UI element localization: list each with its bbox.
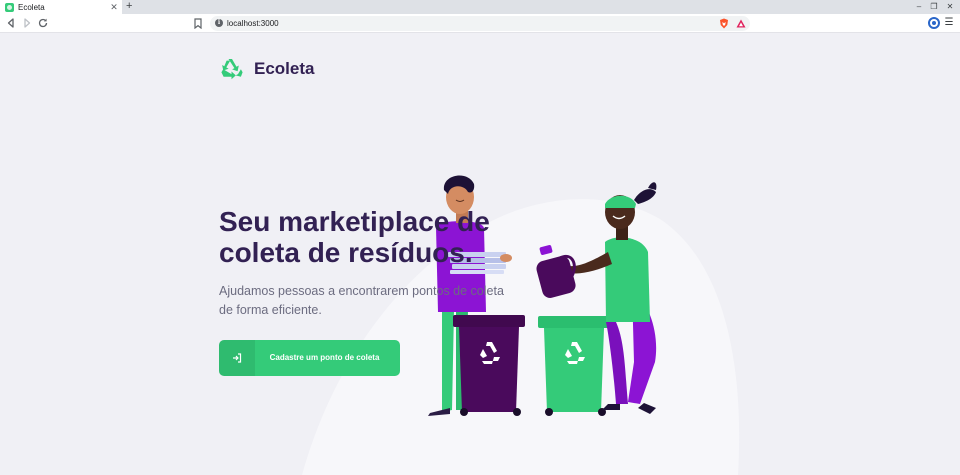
logo-text: Ecoleta — [254, 59, 315, 78]
forward-icon[interactable] — [21, 17, 33, 29]
tab-title: Ecoleta — [18, 2, 45, 12]
cta-label: Cadastre um ponto de coleta — [269, 353, 380, 362]
site-info-icon[interactable]: i — [215, 19, 223, 27]
new-tab-icon[interactable]: + — [126, 0, 136, 14]
hero-title: Seu marketiplace de coleta de resíduos. — [219, 206, 490, 268]
green-bin — [538, 316, 610, 416]
tab-strip: Ecoleta ✕ + – ❐ ✕ — [0, 0, 960, 14]
logo: Ecoleta — [219, 56, 314, 82]
address-bar[interactable]: i localhost:3000 — [210, 16, 750, 31]
close-tab-icon[interactable]: ✕ — [109, 2, 119, 13]
purple-bin — [453, 315, 525, 416]
close-window-icon[interactable]: ✕ — [943, 0, 957, 14]
bookmark-icon[interactable] — [194, 18, 202, 29]
restore-icon[interactable]: ❐ — [927, 0, 941, 14]
cta-icon-box — [219, 340, 255, 376]
browser-tab[interactable]: Ecoleta ✕ — [0, 0, 122, 14]
brave-shields-icon[interactable] — [719, 18, 729, 29]
log-in-icon — [233, 353, 242, 363]
home-page: Ecoleta Seu marketiplace de coleta de re… — [0, 34, 960, 475]
hero-description: Ajudamos pessoas a encontrarem pontos de… — [219, 284, 504, 317]
reload-icon[interactable] — [37, 17, 49, 29]
profile-icon[interactable] — [928, 17, 940, 29]
favicon-icon — [5, 2, 14, 12]
url-text[interactable]: localhost:3000 — [227, 17, 279, 30]
menu-icon[interactable]: ☰ — [944, 16, 954, 30]
minimize-icon[interactable]: – — [912, 0, 926, 14]
recycle-icon — [221, 59, 243, 80]
browser-toolbar: i localhost:3000 ☰ — [0, 14, 960, 33]
register-collection-point-button[interactable]: Cadastre um ponto de coleta — [219, 340, 400, 376]
brave-rewards-icon[interactable] — [736, 19, 746, 28]
back-icon[interactable] — [5, 17, 17, 29]
